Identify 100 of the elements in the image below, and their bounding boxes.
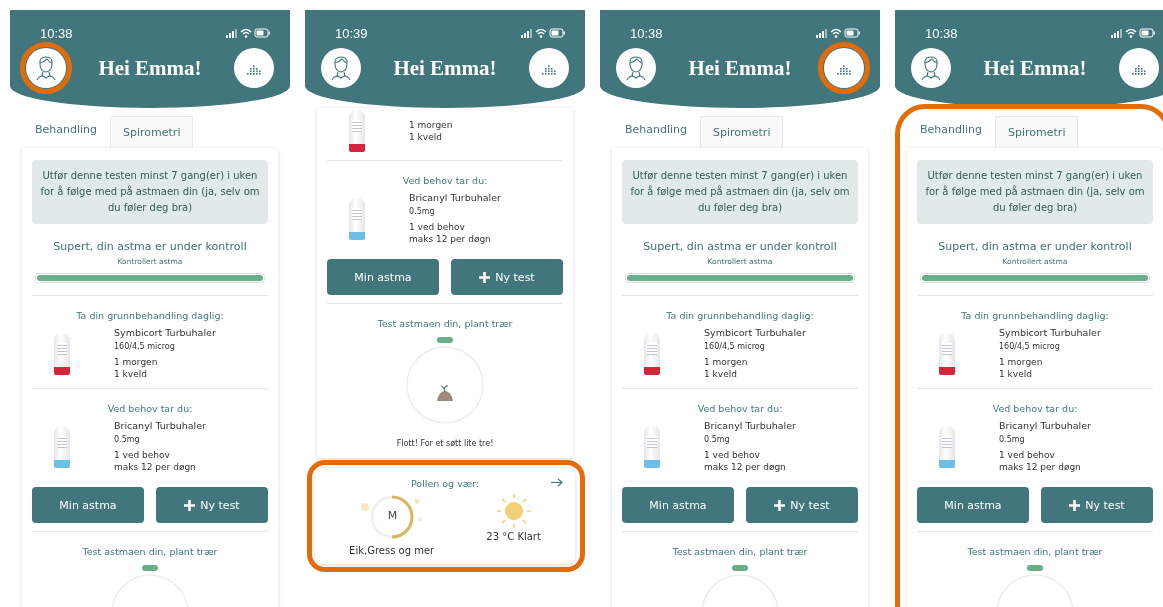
dosage-text: 1 ved behov xyxy=(409,221,466,233)
notice-text: Utfør denne testen minst 7 gang(er) i uken for å følge med på astmaen din (ja, selv om du føler deg bra) xyxy=(32,160,268,224)
section-heading: Ta din grunnbehandling daglig: xyxy=(76,310,224,321)
profile-button[interactable] xyxy=(911,48,951,88)
plant-trees-link[interactable]: Test astmaen din, plant trær xyxy=(672,546,808,557)
greeting-title: Hei Emma! xyxy=(393,55,497,81)
section-heading: Ved behov tar du: xyxy=(697,403,783,414)
my-asthma-button[interactable]: Min astma xyxy=(327,259,439,295)
plus-icon xyxy=(479,271,491,283)
dosage-text: maks 12 per døgn xyxy=(114,461,197,473)
my-asthma-button[interactable]: Min astma xyxy=(32,487,144,523)
new-test-button[interactable]: Ny test xyxy=(746,487,858,523)
status-time: 10:38 xyxy=(630,25,663,41)
plus-icon xyxy=(184,499,196,511)
dosage-text: 1 morgen xyxy=(999,356,1044,368)
inhaler-image xyxy=(644,425,660,468)
statistics-button[interactable] xyxy=(1119,48,1159,88)
dosage-text: 1 kveld xyxy=(114,368,148,380)
greeting-title: Hei Emma! xyxy=(688,55,792,81)
person-icon xyxy=(625,55,647,81)
pollen-title: Pollen og vær: xyxy=(410,478,480,489)
status-title: Supert, din astma er under kontroll xyxy=(938,240,1132,253)
medicine-name: Symbicort Turbuhaler xyxy=(704,327,806,338)
dosage-text: 1 kveld xyxy=(999,368,1033,380)
person-icon xyxy=(920,55,942,81)
inhaler-image xyxy=(54,332,70,375)
medicine-name: Bricanyl Turbuhaler xyxy=(114,420,206,431)
medicine-name: Symbicort Turbuhaler xyxy=(114,327,216,338)
new-test-button[interactable]: Ny test xyxy=(156,487,268,523)
plant-trees-link[interactable]: Test astmaen din, plant trær xyxy=(82,546,218,557)
dosage-text: maks 12 per døgn xyxy=(409,233,492,245)
weather-text: 23 °C Klart xyxy=(486,531,541,542)
dosage-text: 1 kveld xyxy=(704,368,738,380)
my-asthma-button[interactable]: Min astma xyxy=(917,487,1029,523)
inhaler-image xyxy=(644,332,660,375)
my-asthma-button[interactable]: Min astma xyxy=(622,487,734,523)
medicine-strength: 0.5mg xyxy=(114,435,141,444)
greeting-title: Hei Emma! xyxy=(98,55,202,81)
profile-button[interactable] xyxy=(616,48,656,88)
signal-wifi-battery-icon xyxy=(816,27,860,39)
medicine-name: Bricanyl Turbuhaler xyxy=(409,192,501,203)
pollen-types: Eik,Gress og mer xyxy=(349,545,435,556)
inhaler-image xyxy=(349,110,365,152)
signal-wifi-battery-icon xyxy=(226,27,270,39)
status-title: Supert, din astma er under kontroll xyxy=(53,240,247,253)
notice-text: Utfør denne testen minst 7 gang(er) i uken for å følge med på astmaen din (ja, selv om du føler deg bra) xyxy=(622,160,858,224)
new-test-button[interactable]: Ny test xyxy=(1041,487,1153,523)
notice-text: Utfør denne testen minst 7 gang(er) i uken for å følge med på astmaen din (ja, selv om du føler deg bra) xyxy=(917,160,1153,224)
signal-wifi-battery-icon xyxy=(1111,27,1155,39)
inhaler-image xyxy=(939,425,955,468)
greeting-title: Hei Emma! xyxy=(983,55,1087,81)
dosage-text: 1 ved behov xyxy=(704,449,761,461)
dosage-text: 1 ved behov xyxy=(114,449,171,461)
section-heading: Ved behov tar du: xyxy=(992,403,1078,414)
medicine-name: Bricanyl Turbuhaler xyxy=(704,420,796,431)
arrow-right-icon xyxy=(551,478,563,487)
plus-icon xyxy=(1069,499,1081,511)
pollen-weather-card[interactable]: Pollen og vær: M Eik,Gress og mer 23 °C Klart xyxy=(315,468,575,564)
dosage-text: 1 kveld xyxy=(409,131,443,143)
medicine-name: Bricanyl Turbuhaler xyxy=(999,420,1091,431)
status-title: Supert, din astma er under kontroll xyxy=(643,240,837,253)
plant-trees-link[interactable]: Test astmaen din, plant trær xyxy=(967,546,1103,557)
pollen-level-letter: M xyxy=(387,509,398,522)
highlight-ring xyxy=(20,42,72,94)
dosage-text: 1 ved behov xyxy=(999,449,1056,461)
sun-icon xyxy=(495,493,532,529)
statistics-button[interactable] xyxy=(234,48,274,88)
plus-icon xyxy=(774,499,786,511)
dosage-text: 1 morgen xyxy=(409,119,453,131)
dosage-text: 1 morgen xyxy=(114,356,159,368)
profile-button[interactable] xyxy=(321,48,361,88)
signal-wifi-battery-icon xyxy=(521,27,565,39)
medicine-strength: 160/4,5 microg xyxy=(114,342,176,351)
medicine-strength: 160/4,5 microg xyxy=(999,342,1061,351)
inhaler-image xyxy=(54,425,70,468)
inhaler-image xyxy=(939,332,955,375)
medicine-strength: 0.5mg xyxy=(409,207,436,216)
status-time: 10:39 xyxy=(335,25,368,41)
medicine-strength: 0.5mg xyxy=(999,435,1026,444)
medicine-strength: 160/4,5 microg xyxy=(704,342,766,351)
new-test-button[interactable]: Ny test xyxy=(451,259,563,295)
medicine-strength: 0.5mg xyxy=(704,435,731,444)
plant-trees-link[interactable]: Test astmaen din, plant trær xyxy=(377,318,513,329)
tab[interactable]: Spirometri xyxy=(700,116,784,148)
tab[interactable]: Spirometri xyxy=(110,116,194,148)
section-heading: Ta din grunnbehandling daglig: xyxy=(961,310,1109,321)
dosage-text: 1 morgen xyxy=(704,356,749,368)
section-heading: Ved behov tar du: xyxy=(107,403,193,414)
section-heading: Ta din grunnbehandling daglig: xyxy=(666,310,814,321)
tree-caption: Flott! For et søtt lite tre! xyxy=(396,439,494,448)
person-icon xyxy=(330,55,352,81)
section-heading: Ved behov tar du: xyxy=(402,175,488,186)
statistics-button[interactable] xyxy=(529,48,569,88)
dosage-text: maks 12 per døgn xyxy=(704,461,787,473)
status-time: 10:38 xyxy=(925,25,958,41)
highlight-ring xyxy=(818,42,870,94)
dosage-text: maks 12 per døgn xyxy=(999,461,1082,473)
status-time: 10:38 xyxy=(40,25,73,41)
tab[interactable]: Spirometri xyxy=(995,116,1079,148)
medicine-name: Symbicort Turbuhaler xyxy=(999,327,1101,338)
